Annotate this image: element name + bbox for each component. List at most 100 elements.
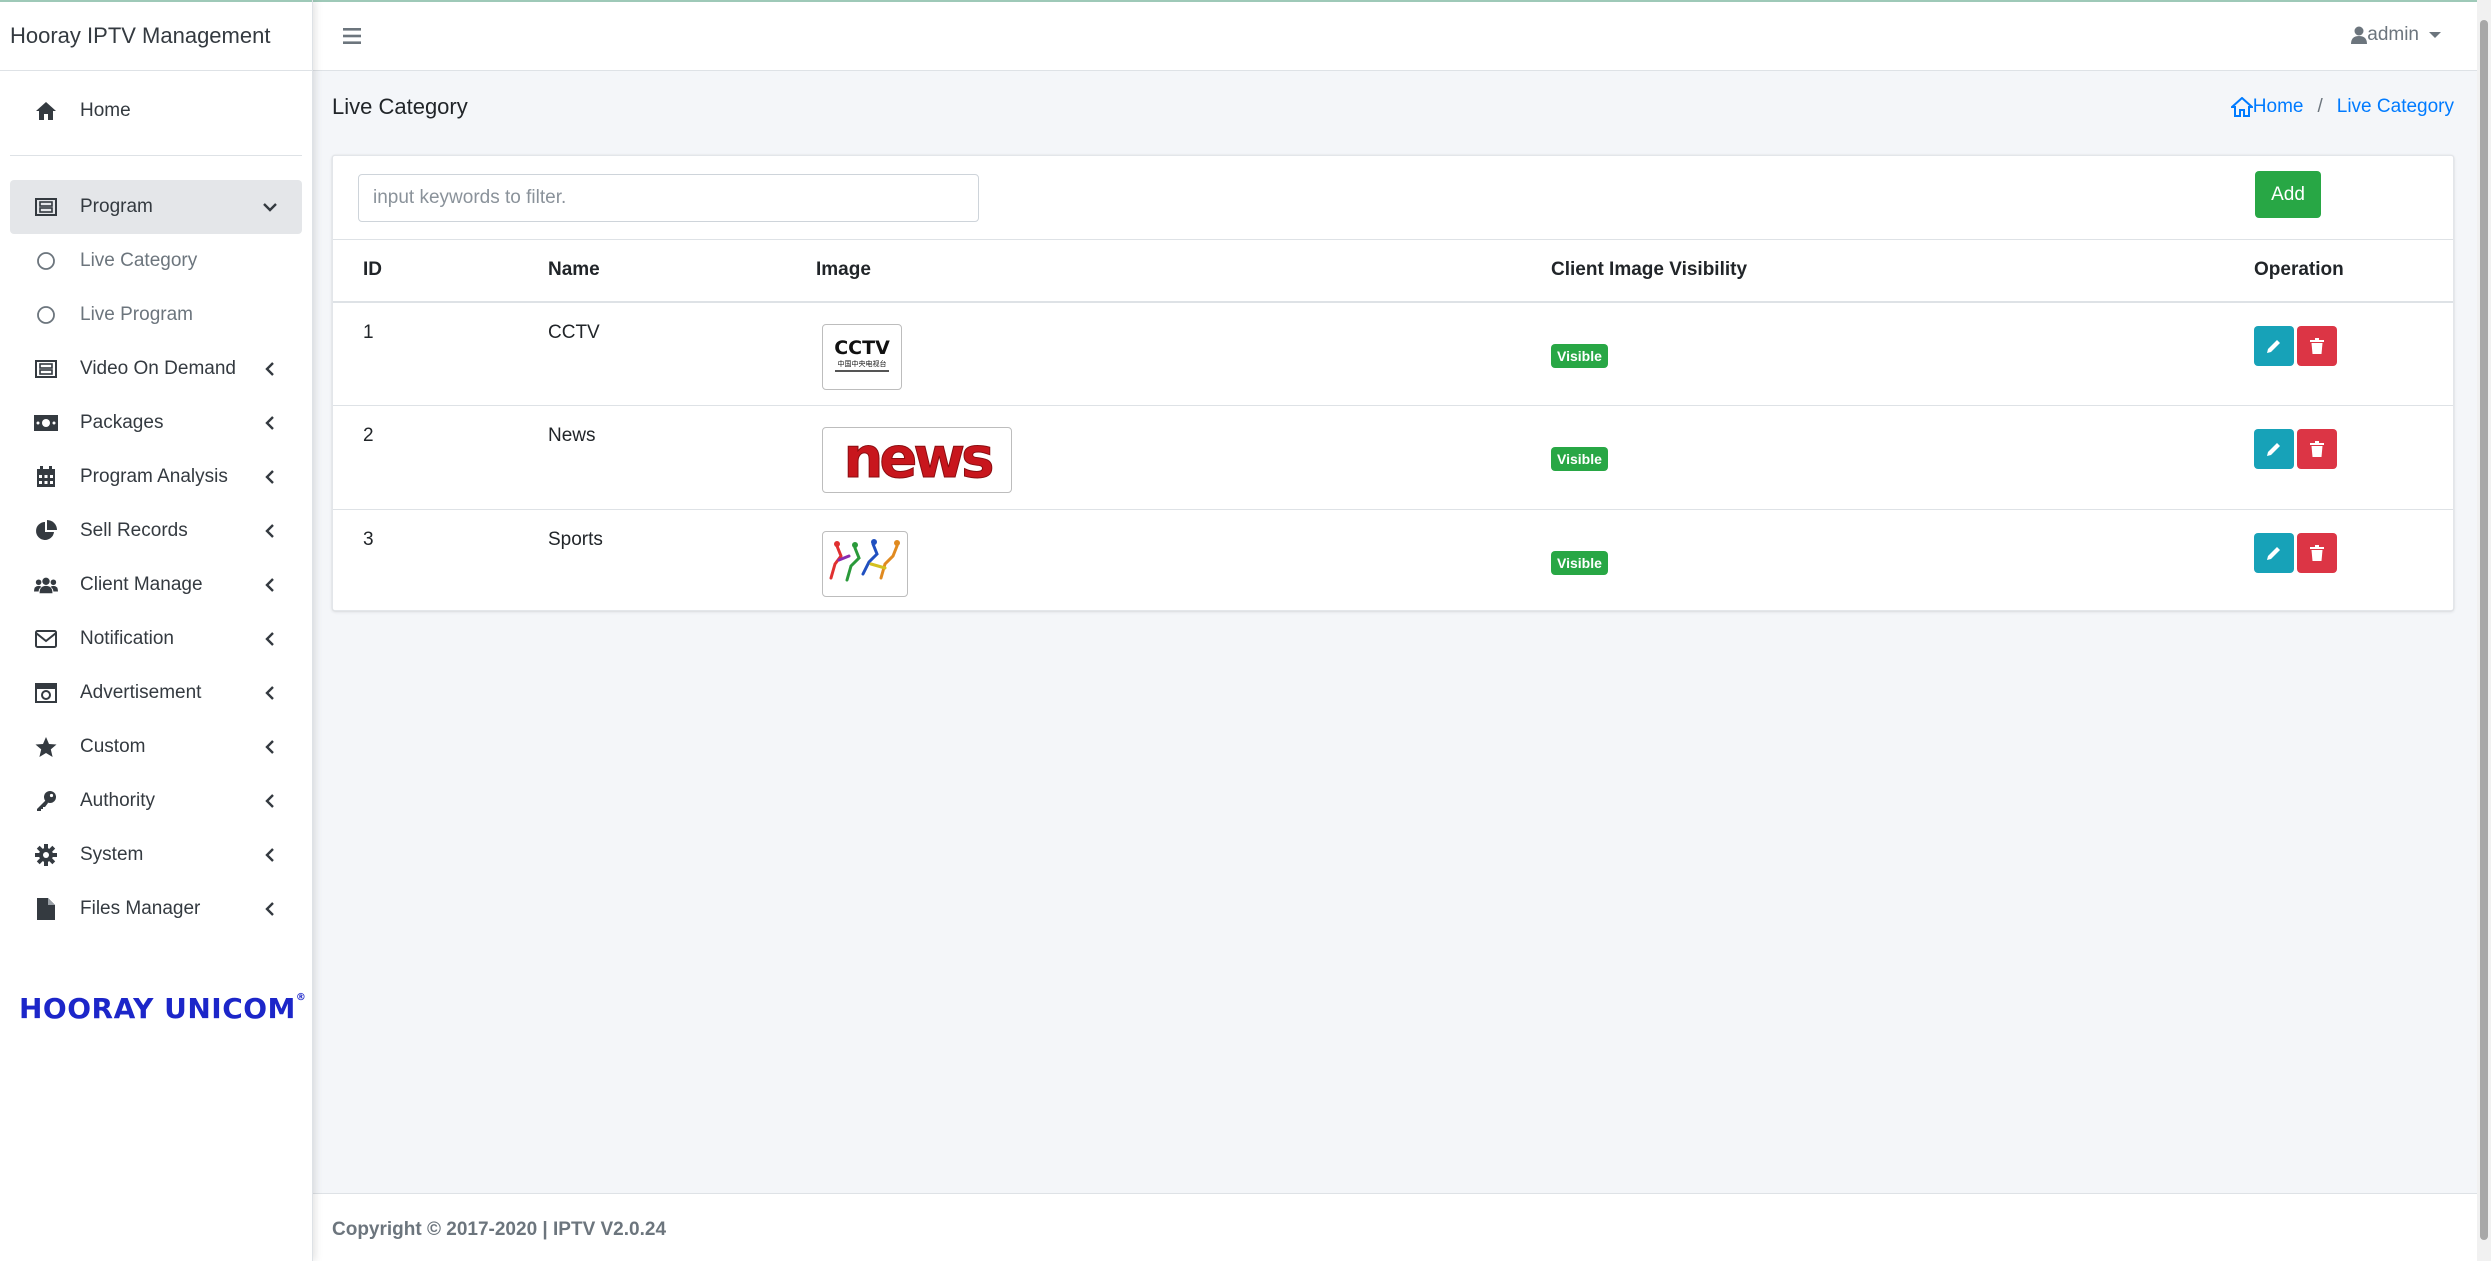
sidebar-item-notification[interactable]: Notification	[10, 612, 302, 666]
sidebar-item-program-analysis[interactable]: Program Analysis	[10, 450, 302, 504]
sidebar-item-client-manage[interactable]: Client Manage	[10, 558, 302, 612]
cell-image	[786, 510, 1521, 612]
money-icon	[34, 411, 58, 435]
caret-down-icon	[2429, 32, 2441, 38]
sidebar-item-label: Program Analysis	[80, 466, 228, 487]
table-row: 1 CCTV CCTV 中国中央电视台 Visible	[333, 301, 2453, 406]
scrollbar-thumb[interactable]	[2480, 20, 2488, 1240]
table-header-row: ID Name Image Client Image Visibility Op…	[333, 239, 2453, 303]
sidebar-item-label: Notification	[80, 628, 174, 649]
sidebar-item-home[interactable]: Home	[10, 84, 302, 138]
chevron-left-icon	[265, 578, 274, 592]
visibility-badge: Visible	[1551, 447, 1608, 471]
chevron-left-icon	[265, 632, 274, 646]
table-row: 2 News news Visible	[333, 405, 2453, 510]
chevron-left-icon	[265, 524, 274, 538]
page-scrollbar[interactable]	[2477, 0, 2491, 1261]
sports-logo-image[interactable]	[822, 531, 908, 597]
breadcrumb-current[interactable]: Live Category	[2337, 96, 2454, 118]
chevron-left-icon	[265, 740, 274, 754]
file-icon	[34, 897, 58, 921]
trash-icon	[2310, 441, 2324, 457]
delete-button[interactable]	[2297, 533, 2337, 573]
cell-operation	[2224, 510, 2453, 612]
chevron-left-icon	[265, 362, 274, 376]
cell-id: 2	[333, 405, 518, 510]
cctv-logo-image[interactable]: CCTV 中国中央电视台	[822, 323, 902, 390]
page-title: Live Category	[332, 94, 468, 119]
sidebar-item-live-program[interactable]: Live Program	[10, 288, 302, 342]
add-button[interactable]: Add	[2255, 171, 2321, 218]
news-logo-image[interactable]: news	[822, 426, 1012, 493]
edit-button[interactable]	[2254, 533, 2294, 573]
column-header-image: Image	[786, 239, 1521, 303]
delete-button[interactable]	[2297, 429, 2337, 469]
sidebar-item-program[interactable]: Program	[10, 180, 302, 234]
sidebar-item-label: Packages	[80, 412, 164, 433]
menu-toggle-icon[interactable]	[341, 26, 363, 46]
cell-id: 3	[363, 529, 374, 550]
sidebar-item-label: Authority	[80, 790, 155, 811]
user-menu[interactable]: admin	[2351, 24, 2441, 46]
chevron-left-icon	[265, 686, 274, 700]
circle-icon	[34, 249, 58, 273]
cell-name: Sports	[548, 529, 603, 550]
visibility-badge: Visible	[1551, 551, 1608, 575]
film-icon	[34, 357, 58, 381]
sidebar-item-label: Client Manage	[80, 574, 203, 595]
gear-icon	[34, 843, 58, 867]
sidebar-item-label: Files Manager	[80, 898, 201, 919]
visibility-badge: Visible	[1551, 343, 1608, 368]
sidebar-item-live-category[interactable]: Live Category	[10, 234, 302, 288]
chevron-left-icon	[265, 848, 274, 862]
cctv-logo-text: CCTV	[834, 337, 890, 359]
sidebar-item-label: Live Category	[80, 250, 198, 271]
user-name: admin	[2367, 24, 2419, 45]
chevron-down-icon	[263, 203, 277, 212]
company-logo: HOORAY UNICOM®	[19, 992, 307, 1025]
category-card: Add ID Name Image Client Image Visibilit…	[332, 155, 2454, 611]
edit-button[interactable]	[2254, 325, 2294, 366]
cell-name: CCTV	[518, 301, 786, 406]
column-header-name: Name	[518, 239, 786, 303]
column-header-id: ID	[333, 239, 518, 303]
breadcrumb-separator: /	[2317, 96, 2323, 117]
delete-button[interactable]	[2297, 325, 2337, 366]
cell-visibility: Visible	[1521, 405, 2224, 510]
star-icon	[34, 735, 58, 759]
edit-button[interactable]	[2254, 429, 2294, 469]
chevron-left-icon	[265, 902, 274, 916]
trash-icon	[2310, 545, 2324, 561]
camera-icon	[34, 681, 58, 705]
sidebar-nav: Home Program Live Category Live Program	[0, 71, 312, 936]
sidebar-item-label: Live Program	[80, 304, 193, 325]
column-header-visibility: Client Image Visibility	[1521, 239, 2224, 303]
chevron-left-icon	[265, 416, 274, 430]
sidebar-item-authority[interactable]: Authority	[10, 774, 302, 828]
sidebar-item-sell-records[interactable]: Sell Records	[10, 504, 302, 558]
topbar: admin	[313, 0, 2477, 71]
sidebar-item-video-on-demand[interactable]: Video On Demand	[10, 342, 302, 396]
cell-visibility: Visible	[1521, 510, 2224, 612]
chevron-left-icon	[265, 794, 274, 808]
sidebar-item-files-manager[interactable]: Files Manager	[10, 882, 302, 936]
sidebar-item-packages[interactable]: Packages	[10, 396, 302, 450]
pie-chart-icon	[34, 519, 58, 543]
column-header-operation: Operation	[2224, 239, 2453, 303]
sidebar-item-system[interactable]: System	[10, 828, 302, 882]
breadcrumb-home[interactable]: Home	[2230, 96, 2303, 118]
key-icon	[34, 789, 58, 813]
sidebar-item-advertisement[interactable]: Advertisement	[10, 666, 302, 720]
sidebar-item-custom[interactable]: Custom	[10, 720, 302, 774]
filter-input[interactable]	[358, 174, 979, 222]
circle-icon	[34, 303, 58, 327]
sidebar-item-label: Home	[80, 100, 131, 121]
home-icon	[2230, 97, 2253, 117]
pencil-icon	[2267, 443, 2280, 456]
pencil-icon	[2267, 339, 2280, 353]
app-title[interactable]: Hooray IPTV Management	[0, 0, 312, 71]
table-row: 3 Sports Visible	[333, 510, 2453, 612]
news-logo-text: news	[844, 430, 993, 484]
copyright-text: Copyright © 2017-2020 | IPTV V2.0.24	[332, 1219, 667, 1240]
sidebar-item-label: Program	[80, 196, 153, 217]
